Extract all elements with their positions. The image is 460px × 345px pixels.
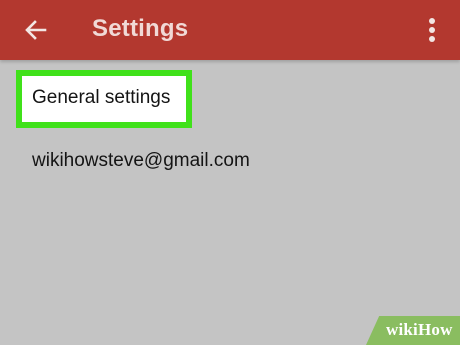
general-settings-item[interactable]: General settings [0, 68, 460, 134]
back-button[interactable] [18, 12, 54, 48]
page-title: Settings [92, 15, 189, 42]
overflow-menu-button[interactable] [418, 12, 446, 48]
more-vert-icon [429, 18, 435, 42]
watermark-text: wikiHow [386, 320, 453, 339]
account-email-label: wikihowsteve@gmail.com [32, 150, 250, 171]
general-settings-label: General settings [32, 87, 171, 108]
arrow-left-icon [25, 20, 47, 40]
account-item[interactable]: wikihowsteve@gmail.com [0, 138, 460, 182]
app-bar: Settings [0, 0, 460, 60]
wikihow-watermark: wikiHow [366, 316, 460, 345]
